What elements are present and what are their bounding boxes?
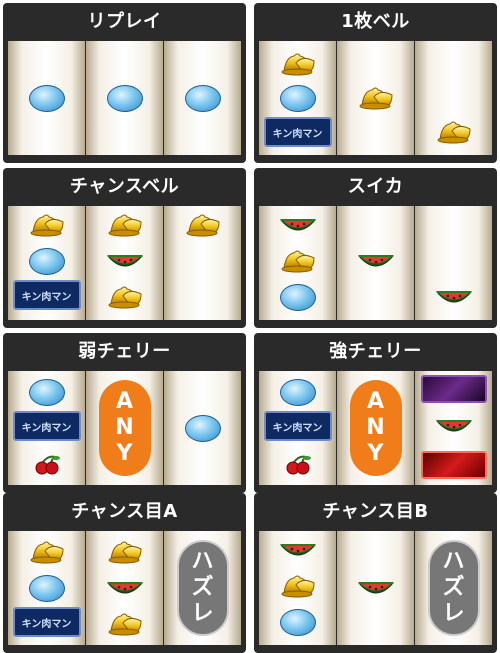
reel-left: キン肉マン <box>8 371 85 485</box>
bell-symbol-icon <box>280 248 316 274</box>
hazure-badge: ハ ズ レ <box>427 540 480 636</box>
panel-title: 弱チェリー <box>78 341 171 362</box>
reel-center <box>86 531 163 645</box>
reel-right <box>415 371 492 485</box>
bell-symbol-icon <box>29 539 65 565</box>
watermelon-symbol-icon <box>106 577 144 599</box>
watermelon-symbol-icon <box>357 250 395 272</box>
reel-center <box>86 41 163 155</box>
watermelon-symbol-icon <box>357 577 395 599</box>
reel-center <box>337 41 414 155</box>
panel-title: 1枚ベル <box>341 11 410 32</box>
panel-replay: リプレイ <box>3 3 246 163</box>
replay-symbol-icon <box>28 575 65 602</box>
reel-left: キン肉マン <box>259 41 336 155</box>
bell-symbol-icon <box>107 212 143 238</box>
panel-strong-cherry: 強チェリー キン肉マン A N Y <box>254 333 497 493</box>
hazure-badge: ハ ズ レ <box>176 540 229 636</box>
bell-symbol-icon <box>280 51 316 77</box>
reel-right <box>164 41 241 155</box>
panel-title: チャンス目B <box>322 501 429 522</box>
reel-left <box>259 531 336 645</box>
bar-symbol-icon: キン肉マン <box>263 411 332 441</box>
bell-symbol-icon <box>185 212 221 238</box>
reel-center: A N Y <box>337 371 414 485</box>
bell-symbol-icon <box>107 611 143 637</box>
panel-1mai-bell: 1枚ベル キン肉マン <box>254 3 497 163</box>
replay-symbol-icon <box>28 248 65 275</box>
reel-left <box>259 206 336 320</box>
panel-title: リプレイ <box>87 11 162 32</box>
reel-right <box>415 41 492 155</box>
reel-center <box>337 206 414 320</box>
bar-symbol-icon: キン肉マン <box>12 607 81 637</box>
replay-symbol-icon <box>28 379 65 406</box>
bell-symbol-icon <box>107 284 143 310</box>
cherry-symbol-icon <box>33 453 61 475</box>
watermelon-symbol-icon <box>279 214 317 236</box>
reel-right <box>164 206 241 320</box>
replay-symbol-icon <box>279 85 316 112</box>
reel-left <box>8 41 85 155</box>
reel-right: ハ ズ レ <box>415 531 492 645</box>
replay-symbol-icon <box>279 379 316 406</box>
reel-left: キン肉マン <box>8 531 85 645</box>
bell-symbol-icon <box>436 119 472 145</box>
bar-symbol-icon: キン肉マン <box>263 117 332 147</box>
panel-suika: スイカ <box>254 168 497 328</box>
replay-symbol-icon <box>28 85 65 112</box>
reel-right <box>415 206 492 320</box>
any-badge: A N Y <box>98 380 151 476</box>
reel-left: キン肉マン <box>8 206 85 320</box>
panel-title: スイカ <box>347 176 404 197</box>
panel-title: チャンスベル <box>69 176 180 197</box>
panel-chance-me-b: チャンス目B ハ ズ レ <box>254 493 497 653</box>
panel-title: チャンス目A <box>71 501 178 522</box>
watermelon-symbol-icon <box>106 250 144 272</box>
replay-symbol-icon <box>279 609 316 636</box>
watermelon-symbol-icon <box>279 539 317 561</box>
replay-symbol-icon <box>106 85 143 112</box>
reel-right: ハ ズ レ <box>164 531 241 645</box>
bar-symbol-icon: キン肉マン <box>12 411 81 441</box>
red-seven-symbol-icon <box>420 451 487 479</box>
bar-symbol-icon: キン肉マン <box>12 280 81 310</box>
bell-symbol-icon <box>280 573 316 599</box>
panel-chance-bell: チャンスベル キン肉マン <box>3 168 246 328</box>
bell-symbol-icon <box>107 539 143 565</box>
purple-seven-symbol-icon <box>420 375 487 403</box>
watermelon-symbol-icon <box>435 415 473 437</box>
panel-weak-cherry: 弱チェリー キン肉マン A N Y <box>3 333 246 493</box>
any-badge: A N Y <box>349 380 402 476</box>
replay-symbol-icon <box>184 415 221 442</box>
reel-left: キン肉マン <box>259 371 336 485</box>
panel-chance-me-a: チャンス目A キン肉マン ハ ズ レ <box>3 493 246 653</box>
reel-center <box>337 531 414 645</box>
reel-center: A N Y <box>86 371 163 485</box>
bell-symbol-icon <box>358 85 394 111</box>
bell-symbol-icon <box>29 212 65 238</box>
watermelon-symbol-icon <box>435 286 473 308</box>
reel-right <box>164 371 241 485</box>
replay-symbol-icon <box>279 284 316 311</box>
panel-title: 強チェリー <box>329 341 422 362</box>
reel-center <box>86 206 163 320</box>
cherry-symbol-icon <box>284 453 312 475</box>
replay-symbol-icon <box>184 85 221 112</box>
